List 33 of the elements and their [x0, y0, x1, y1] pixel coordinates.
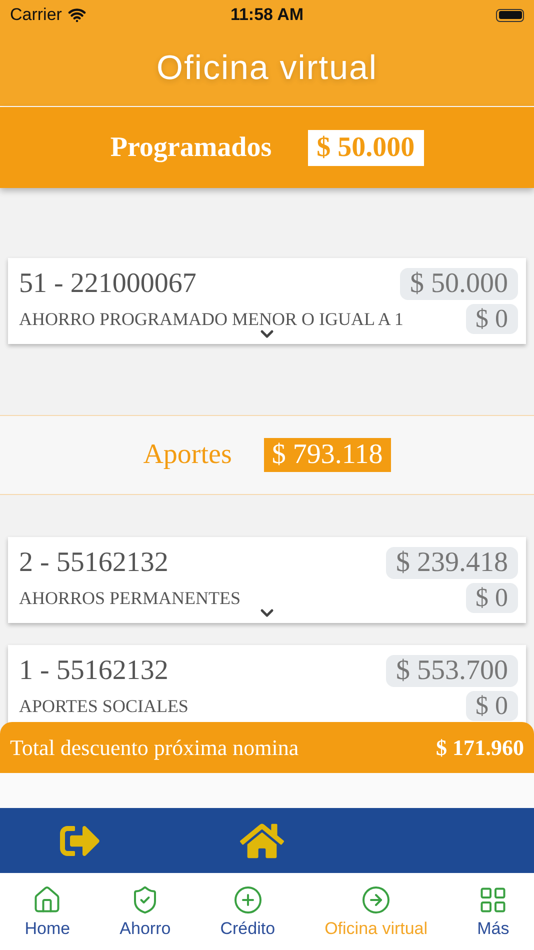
carrier-label: Carrier: [10, 5, 62, 25]
account-name: APORTES SOCIALES: [19, 696, 188, 716]
account-card[interactable]: 51 - 221000067 $ 50.000 AHORRO PROGRAMADO MENOR O IGUAL A 1 $ 0: [8, 258, 526, 344]
discount-amount: $ 0: [466, 304, 518, 334]
status-time: 11:58 AM: [230, 5, 304, 25]
arrow-circle-icon: [361, 884, 392, 914]
account-card[interactable]: 2 - 55162132 $ 239.418 AHORROS PERMANENTES $ 0: [8, 537, 526, 623]
account-name: AHORRO PROGRAMADO MENOR O IGUAL A 1: [19, 308, 404, 330]
tab-item[interactable]: Más: [477, 884, 510, 938]
section-total: $ 793.118: [264, 438, 391, 472]
tab-item[interactable]: Home: [24, 884, 70, 938]
section-title: Aportes: [143, 439, 232, 471]
account-number: 2 - 55162132: [19, 547, 168, 579]
balance-amount: $ 239.418: [386, 547, 518, 579]
section-title: Programados: [110, 132, 272, 164]
balance-amount: $ 50.000: [400, 268, 518, 300]
account-number: 51 - 221000067: [19, 268, 196, 300]
page-title: Oficina virtual: [156, 48, 378, 88]
discount-amount: $ 0: [466, 583, 518, 613]
tab-item[interactable]: Ahorro: [120, 884, 171, 938]
account-card[interactable]: 1 - 55162132 $ 553.700 APORTES SOCIALES $ 0: [8, 645, 526, 725]
discount-amount: $ 0: [466, 691, 518, 721]
total-label: Total descuento próxima nomina: [10, 734, 299, 760]
battery-icon: [496, 8, 524, 22]
tab-item[interactable]: Crédito: [220, 884, 276, 938]
house-icon: [32, 884, 62, 914]
section-total: $ 50.000: [308, 130, 424, 166]
total-value: $ 171.960: [436, 734, 524, 760]
plus-circle-icon: [232, 884, 263, 914]
wifi-icon: [68, 6, 86, 24]
account-number: 1 - 55162132: [19, 655, 168, 687]
balance-amount: $ 553.700: [386, 655, 518, 687]
account-name: AHORROS PERMANENTES: [19, 588, 241, 608]
